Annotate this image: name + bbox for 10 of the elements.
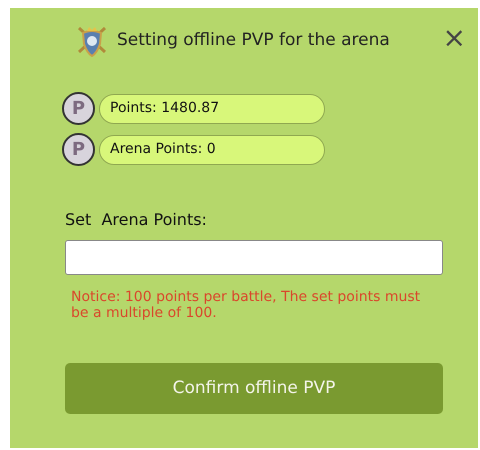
shield-icon [75,24,109,58]
close-button[interactable]: × [442,24,466,52]
coin-icon: P [62,133,95,166]
coin-icon: P [62,92,95,125]
points-input[interactable] [65,240,443,275]
field-label: Set Arena Points: [65,209,208,231]
dialog-title: Setting offline PVP for the arena [117,29,390,52]
points-display: Points: 1480.87 [99,94,325,124]
points-display: Arena Points: 0 [99,134,325,164]
notice-text: Notice: 100 points per battle, The set points must be a multiple of 100. [71,289,422,322]
